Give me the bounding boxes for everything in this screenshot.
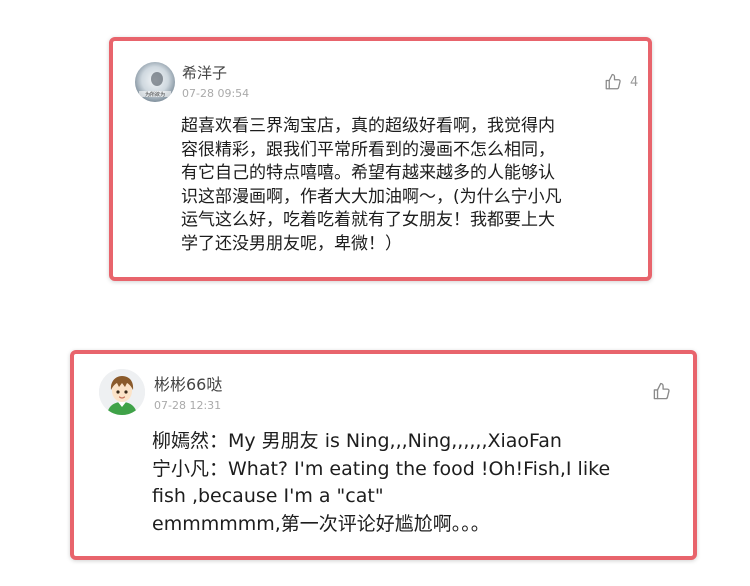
like-button[interactable] bbox=[652, 382, 679, 401]
comment-text: 超喜欢看三界淘宝店，真的超级好看啊，我觉得内 容很精彩，跟我们平常所看到的漫画不… bbox=[181, 116, 562, 254]
cartoon-boy-avatar-icon bbox=[99, 369, 145, 415]
like-count: 4 bbox=[630, 74, 639, 90]
like-button[interactable]: 4 bbox=[604, 73, 638, 91]
thumbs-up-icon bbox=[653, 382, 670, 400]
username[interactable]: 彬彬66哒 bbox=[154, 371, 222, 395]
avatar-image: 为所欲为 bbox=[135, 62, 175, 102]
thumbs-up-icon bbox=[605, 73, 621, 90]
comment-text: 柳嫣然：My 男朋友 is Ning,,,Ning,,,,,,XiaoFan 宁… bbox=[152, 430, 611, 535]
timestamp: 07-28 09:54 bbox=[182, 87, 250, 100]
timestamp: 07-28 12:31 bbox=[154, 399, 222, 412]
avatar-text: 为所欲为 bbox=[145, 91, 165, 98]
user-avatar[interactable] bbox=[99, 369, 145, 415]
comment-card: 为所欲为 希洋子 07-28 09:54 4 超喜欢看三界淘宝店，真的超级好看啊… bbox=[109, 37, 652, 281]
user-avatar[interactable]: 为所欲为 bbox=[135, 62, 175, 102]
comment-card: 彬彬66哒 07-28 12:31 柳嫣然：My 男朋友 is Ning,,,N… bbox=[70, 350, 697, 560]
username[interactable]: 希洋子 bbox=[182, 62, 227, 83]
